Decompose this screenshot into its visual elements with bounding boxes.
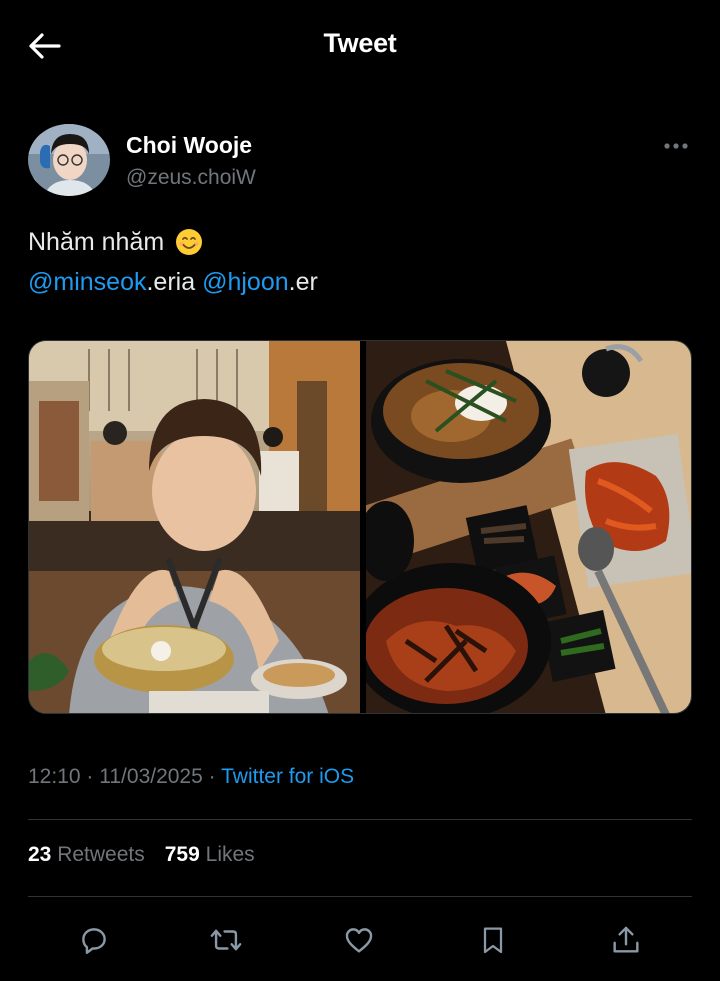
tweet-line-1: Nhăm nhăm: [28, 222, 692, 262]
retweets-label: Retweets: [57, 843, 145, 866]
mention-suffix: .er: [288, 268, 318, 296]
likes-count: 759: [164, 843, 200, 866]
divider: [28, 819, 692, 820]
page-title: Tweet: [323, 28, 397, 58]
more-options-button[interactable]: [660, 136, 692, 156]
user-handle[interactable]: @zeus.choiW: [126, 166, 256, 190]
reply-icon: [82, 928, 106, 954]
top-bar: Tweet: [0, 0, 720, 92]
like-button[interactable]: [339, 920, 379, 960]
like-icon: [345, 928, 373, 953]
tweet-stats: 23 Retweets 759 Likes: [28, 843, 255, 867]
smiling-face-emoji: [176, 229, 203, 255]
share-icon: [613, 926, 639, 953]
avatar-photo: [28, 124, 110, 196]
divider: [28, 896, 692, 897]
likes-label: Likes: [205, 843, 255, 866]
tweet-time: 12:10: [28, 765, 81, 788]
retweets-count: 23: [28, 843, 52, 866]
tweet-text-body: Nhăm nhăm: [28, 228, 165, 256]
mention-suffix: .eria: [146, 268, 196, 296]
tweet-author: Choi Wooje @zeus.choiW: [28, 124, 692, 200]
display-name[interactable]: Choi Wooje: [126, 132, 252, 159]
bookmark-icon: [483, 927, 503, 954]
reply-button[interactable]: [74, 920, 114, 960]
likes-stat[interactable]: 759 Likes: [165, 843, 255, 866]
photo-korean-food-table[interactable]: [351, 341, 691, 713]
tweet-meta: 12:10 · 11/03/2025 · Twitter for iOS: [28, 765, 354, 789]
tweet-date: 11/03/2025: [99, 765, 203, 788]
media-grid: [28, 340, 692, 714]
mention-link-minseok[interactable]: @minseok: [28, 268, 146, 296]
avatar[interactable]: [28, 124, 110, 196]
meta-separator: ·: [86, 765, 94, 788]
tweet-source-link[interactable]: Twitter for iOS: [221, 765, 354, 788]
photo-person-with-scissors[interactable]: [29, 341, 360, 713]
share-button[interactable]: [606, 920, 646, 960]
meta-separator: ·: [208, 765, 216, 788]
tweet-line-2: @minseok.eria @hjoon.er: [28, 262, 692, 302]
tweet-text: Nhăm nhăm @minseok.eria @hjoon.er: [28, 222, 692, 302]
more-horizontal-icon: [664, 143, 688, 149]
retweet-icon: [210, 929, 242, 951]
mention-link-hjoon[interactable]: @hjoon: [202, 268, 289, 296]
tweet-actions: [28, 912, 692, 968]
retweets-stat[interactable]: 23 Retweets: [28, 843, 145, 866]
bookmark-button[interactable]: [473, 920, 513, 960]
retweet-button[interactable]: [206, 920, 246, 960]
